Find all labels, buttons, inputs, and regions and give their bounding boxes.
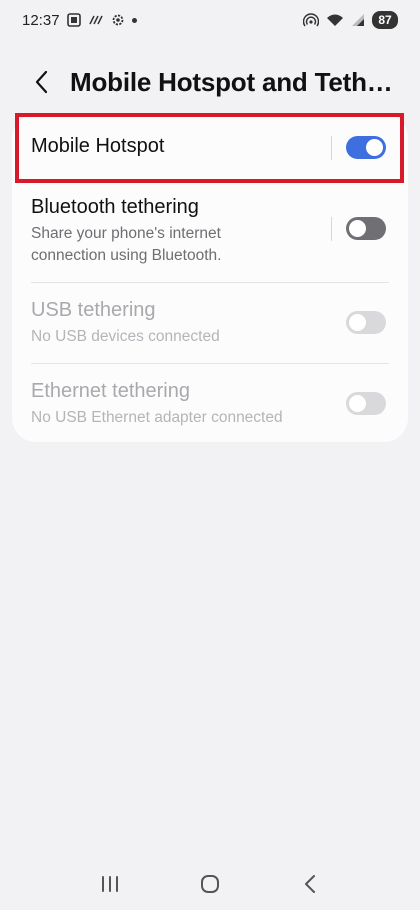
screen: 12:37 87 Mobile Hotspot and Tethering Mo… [0,0,420,910]
wifi-icon [326,13,344,27]
hotspot-icon [303,13,319,27]
recents-icon [102,876,118,892]
bluetooth-subtitle-line2: connection using Bluetooth. [31,247,222,264]
toggle-knob [366,139,383,156]
bluetooth-tethering-subtitle: Share your phone's internet connection u… [31,223,221,267]
app-header: Mobile Hotspot and Tethering [0,60,420,104]
page-title: Mobile Hotspot and Tethering [70,66,400,97]
status-right: 87 [303,11,398,29]
bluetooth-tethering-row[interactable]: Bluetooth tethering Share your phone's i… [12,182,408,282]
ethernet-tethering-title: Ethernet tethering [31,380,190,402]
chevron-left-icon [35,70,48,94]
toggle-knob [349,220,366,237]
nav-back-button[interactable] [290,864,330,904]
usb-tethering-text: USB tethering No USB devices connected [31,299,220,348]
mobile-hotspot-row[interactable]: Mobile Hotspot [12,114,408,182]
back-icon [305,875,315,893]
status-time: 12:37 [22,11,60,29]
navigation-bar [0,862,420,906]
dot-icon [131,17,137,23]
usb-tethering-title: USB tethering [31,299,156,321]
battery-indicator: 87 [372,11,398,29]
settings-icon [111,13,125,27]
home-button[interactable] [190,864,230,904]
mobile-hotspot-text: Mobile Hotspot [31,135,164,158]
screenshot-icon [66,13,81,27]
recents-button[interactable] [90,864,130,904]
bluetooth-tethering-title: Bluetooth tethering [31,196,199,218]
usb-tethering-toggle [346,311,386,334]
ethernet-tethering-toggle [346,392,386,415]
status-left: 12:37 [22,12,137,29]
tethering-settings-card: Mobile Hotspot Bluetooth tethering Share… [12,114,408,442]
mobile-hotspot-toggle[interactable] [346,136,386,159]
usb-tethering-row: USB tethering No USB devices connected [12,283,408,363]
ethernet-tethering-text: Ethernet tethering No USB Ethernet adapt… [31,380,283,429]
vertical-divider [331,136,332,160]
home-icon [201,875,219,893]
bluetooth-subtitle-line1: Share your phone's internet [31,225,221,242]
wifi-calling-icon [88,14,104,26]
back-button[interactable] [20,60,64,104]
ethernet-tethering-subtitle: No USB Ethernet adapter connected [31,409,283,426]
toggle-knob [349,314,366,331]
usb-tethering-subtitle: No USB devices connected [31,328,220,345]
mobile-hotspot-title: Mobile Hotspot [31,135,165,157]
bluetooth-tethering-toggle[interactable] [346,217,386,240]
signal-icon [351,13,365,27]
toggle-knob [349,395,366,412]
status-bar: 12:37 87 [0,0,420,40]
bluetooth-tethering-text: Bluetooth tethering Share your phone's i… [31,196,221,267]
vertical-divider [331,217,332,241]
ethernet-tethering-row: Ethernet tethering No USB Ethernet adapt… [12,364,408,442]
